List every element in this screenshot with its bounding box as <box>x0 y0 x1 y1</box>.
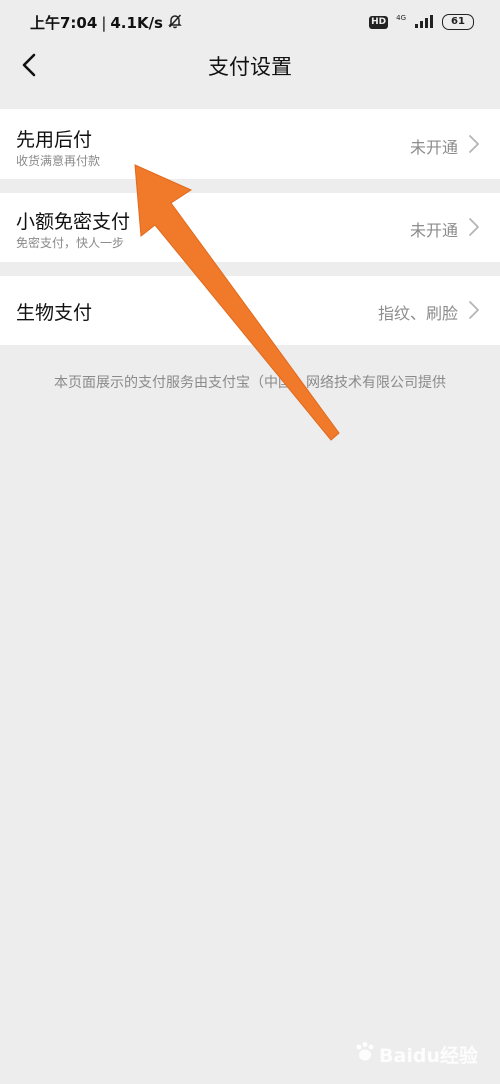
chevron-right-icon <box>468 300 480 320</box>
watermark-text: Baidu经验 <box>379 1045 478 1067</box>
battery-icon: 61 <box>442 14 474 30</box>
page-title: 支付设置 <box>208 55 292 79</box>
setting-title: 先用后付 <box>16 129 93 151</box>
setting-row-pay-later[interactable]: 先用后付 收货满意再付款 未开通 <box>0 109 500 179</box>
setting-title: 生物支付 <box>16 302 93 324</box>
status-separator: | <box>101 13 107 32</box>
bell-muted-icon <box>167 13 183 33</box>
setting-status: 指纹、刷脸 <box>377 304 458 323</box>
setting-row-small-free[interactable]: 小额免密支付 免密支付，快人一步 未开通 <box>0 193 500 262</box>
setting-status: 未开通 <box>409 221 458 240</box>
setting-row-biometric[interactable]: 生物支付 指纹、刷脸 <box>0 276 500 345</box>
setting-subtitle: 免密支付，快人一步 <box>16 236 125 250</box>
provider-note: 本页面展示的支付服务由支付宝（中国）网络技术有限公司提供 <box>54 375 446 391</box>
setting-title: 小额免密支付 <box>16 211 131 233</box>
network-type: 4G <box>396 14 406 22</box>
chevron-right-icon <box>468 134 480 154</box>
hd-badge: HD <box>369 15 389 29</box>
setting-status: 未开通 <box>409 138 458 157</box>
setting-subtitle: 收货满意再付款 <box>16 154 101 168</box>
status-time: 上午7:04 <box>30 14 98 32</box>
settings-section-pay-later: 先用后付 收货满意再付款 未开通 <box>0 109 500 179</box>
paw-icon <box>354 1041 376 1068</box>
status-right: HD 4G 61 <box>369 12 474 32</box>
watermark: Baidu经验 <box>354 1041 478 1068</box>
status-speed: 4.1K/s <box>110 13 163 32</box>
nav-bar: 支付设置 <box>0 44 500 88</box>
settings-section-small-free: 小额免密支付 免密支付，快人一步 未开通 <box>0 193 500 262</box>
battery-level: 61 <box>451 16 465 27</box>
chevron-right-icon <box>468 217 480 237</box>
status-left: 上午7:04 | 4.1K/s <box>30 12 183 33</box>
signal-icon <box>414 13 434 32</box>
settings-section-biometric: 生物支付 指纹、刷脸 <box>0 276 500 345</box>
status-bar: 上午7:04 | 4.1K/s HD 4G 61 <box>0 0 500 44</box>
